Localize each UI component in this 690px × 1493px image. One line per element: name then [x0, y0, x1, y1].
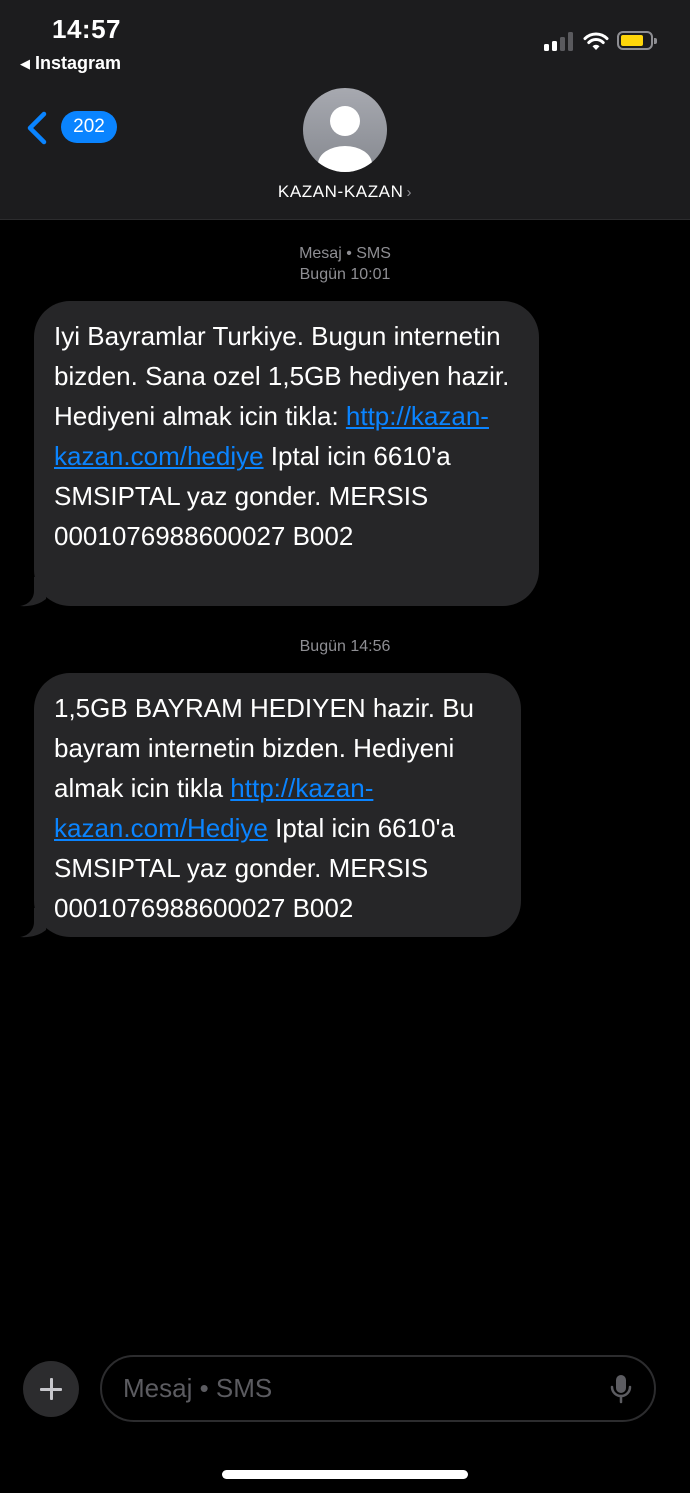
conversation-header: 14:57 ◀ Instagram 202 KAZAN-KAZAN › — [0, 0, 690, 220]
message-meta: Bugün 14:56 — [0, 636, 690, 657]
message-timestamp: Bugün 10:01 — [299, 266, 391, 283]
person-icon — [318, 106, 372, 172]
bubble-tail — [20, 908, 48, 938]
wifi-icon — [583, 32, 609, 50]
cellular-signal-icon — [544, 31, 576, 51]
chevron-left-icon — [27, 111, 47, 145]
contact-name: KAZAN-KAZAN — [277, 182, 404, 201]
message-bubble[interactable]: 1,5GB BAYRAM HEDIYEN hazir. Bu bayram in… — [20, 673, 521, 938]
message-meta: Mesaj • SMS Bugün 10:01 — [0, 243, 690, 285]
back-triangle-icon: ◀ — [20, 56, 30, 71]
chevron-right-icon: › — [406, 184, 413, 201]
message-service-label: Mesaj • SMS — [299, 245, 391, 262]
back-button[interactable]: 202 — [24, 106, 124, 150]
unread-count-badge: 202 — [61, 111, 117, 143]
back-app-label: Instagram — [35, 53, 122, 73]
battery-icon — [617, 31, 657, 50]
status-time: 14:57 — [52, 14, 121, 44]
message-input[interactable]: Mesaj • SMS — [100, 1355, 656, 1422]
contact-avatar[interactable] — [303, 88, 387, 172]
add-attachment-button[interactable] — [23, 1361, 79, 1417]
message-bubble[interactable]: Iyi Bayramlar Turkiye. Bugun internetin … — [20, 301, 539, 607]
home-indicator[interactable] — [222, 1470, 468, 1479]
microphone-icon[interactable] — [610, 1374, 632, 1404]
back-to-app-link[interactable]: ◀ Instagram — [20, 53, 121, 74]
message-timestamp: Bugün 14:56 — [299, 638, 391, 655]
contact-name-button[interactable]: KAZAN-KAZAN › — [0, 182, 690, 202]
bubble-tail — [20, 577, 48, 607]
message-input-placeholder: Mesaj • SMS — [123, 1373, 273, 1403]
